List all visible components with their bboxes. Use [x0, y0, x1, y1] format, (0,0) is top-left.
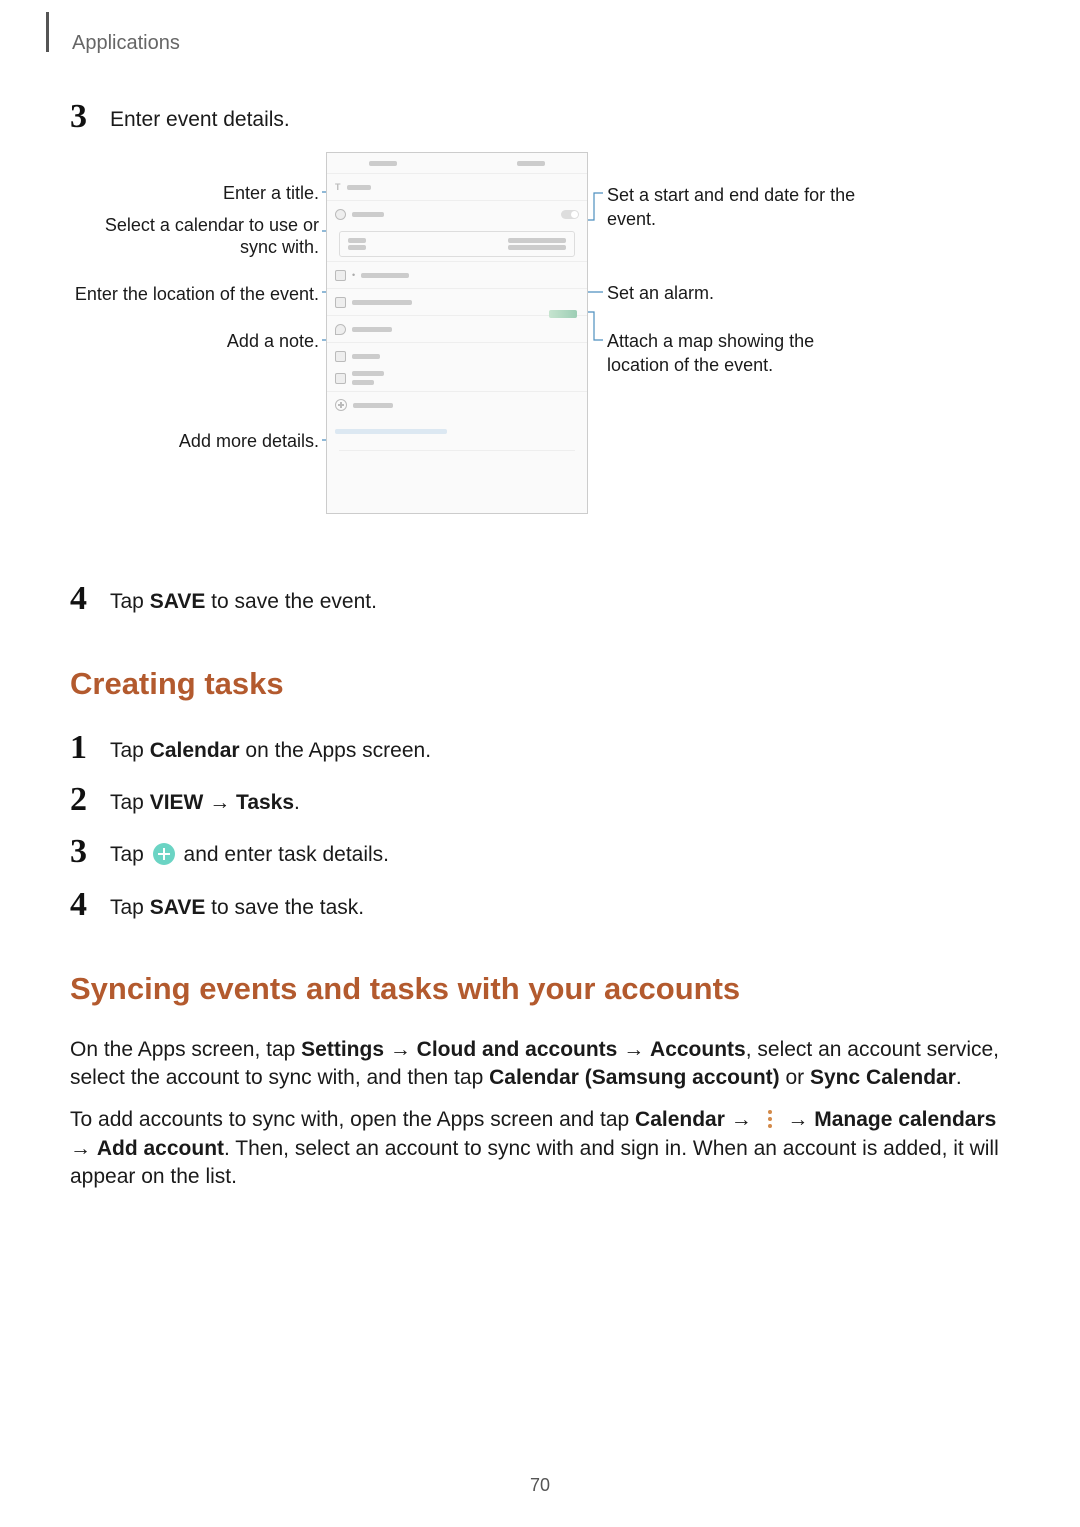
tasks-step-3: 3 Tap and enter task details. [70, 835, 1010, 869]
add-icon [153, 843, 175, 865]
settings-label: Settings [301, 1038, 384, 1061]
step-text: Tap and enter task details. [110, 835, 389, 869]
phone-row-calendar [327, 200, 587, 227]
label-enter-title: Enter a title. [70, 182, 319, 205]
arrow: → [725, 1108, 758, 1131]
label-date-1: Set a start and end date for the [607, 184, 947, 207]
repeat-icon [335, 373, 346, 384]
header-bar [46, 12, 49, 52]
tasks-step-1: 1 Tap Calendar on the Apps screen. [70, 731, 1010, 765]
page-number: 70 [0, 1473, 1080, 1497]
label-select-calendar-1: Select a calendar to use or [70, 214, 319, 237]
accounts-label: Accounts [650, 1038, 746, 1061]
step-4: 4 Tap SAVE to save the event. [70, 582, 1010, 616]
text-part: On the Apps screen, tap [70, 1038, 301, 1061]
step-number: 3 [70, 835, 110, 869]
arrow: → [782, 1108, 815, 1131]
label-map-1: Attach a map showing the [607, 330, 947, 353]
step-text: Enter event details. [110, 100, 290, 134]
syncing-para-1: On the Apps screen, tap Settings → Cloud… [70, 1036, 1010, 1093]
phone-topbar [327, 153, 587, 173]
phone-row-title: T [327, 173, 587, 200]
tasks-step-4: 4 Tap SAVE to save the task. [70, 888, 1010, 922]
plus-icon [335, 399, 347, 411]
step-text: Tap VIEW → Tasks. [110, 783, 300, 817]
tasks-step-2: 2 Tap VIEW → Tasks. [70, 783, 1010, 817]
phone-mock: T • [326, 152, 588, 514]
manage-calendars-label: Manage calendars [814, 1108, 996, 1131]
text-part: to save the task. [205, 896, 364, 919]
more-icon [762, 1108, 778, 1130]
phone-row-timezone [327, 391, 587, 418]
heading-creating-tasks: Creating tasks [70, 663, 1010, 705]
arrow: → [384, 1038, 417, 1061]
clock-icon [335, 209, 346, 220]
label-location: Enter the location of the event. [70, 283, 319, 306]
save-label: SAVE [150, 590, 206, 613]
phone-row-alarm [327, 288, 587, 315]
syncing-para-2: To add accounts to sync with, open the A… [70, 1106, 1010, 1191]
phone-row-extra [327, 418, 587, 444]
view-label: VIEW [150, 791, 204, 814]
text-part: Tap [110, 739, 150, 762]
text-part: Tap [110, 590, 150, 613]
step-number: 3 [70, 100, 110, 134]
text-part: on the Apps screen. [240, 739, 431, 762]
text-part: Tap [110, 791, 150, 814]
step-number: 1 [70, 731, 110, 765]
map-thumbnail-icon [549, 310, 577, 318]
text-part: . [956, 1066, 962, 1089]
tasks-label: Tasks [236, 791, 294, 814]
label-date-2: event. [607, 208, 947, 231]
text-part: Tap [110, 896, 150, 919]
arrow: → [617, 1038, 650, 1061]
label-select-calendar-2: sync with. [70, 236, 319, 259]
palette-icon [335, 270, 346, 281]
heading-syncing: Syncing events and tasks with your accou… [70, 968, 1010, 1010]
text-part: to save the event. [205, 590, 377, 613]
arrow: → [70, 1137, 97, 1160]
text-part: and enter task details. [178, 843, 389, 866]
toggle-icon [561, 210, 579, 219]
breadcrumb: Applications [72, 30, 180, 57]
calendar-samsung-label: Calendar (Samsung account) [489, 1066, 780, 1089]
arrow: → [203, 791, 236, 814]
calendar-label: Calendar [150, 739, 240, 762]
cloud-accounts-label: Cloud and accounts [417, 1038, 618, 1061]
step-number: 2 [70, 783, 110, 817]
save-label: SAVE [150, 896, 206, 919]
step-text: Tap Calendar on the Apps screen. [110, 731, 431, 765]
event-diagram: Enter a title. Select a calendar to use … [70, 152, 990, 552]
note-icon [335, 351, 346, 362]
label-map-2: location of the event. [607, 354, 947, 377]
calendar-label: Calendar [635, 1108, 725, 1131]
label-alarm: Set an alarm. [607, 282, 947, 305]
step-text: Tap SAVE to save the task. [110, 888, 364, 922]
phone-footer-box [339, 450, 575, 491]
label-more-details: Add more details. [70, 430, 319, 453]
phone-row-location [327, 315, 587, 342]
add-account-label: Add account [97, 1137, 224, 1160]
step-3: 3 Enter event details. [70, 100, 1010, 134]
bell-icon [335, 297, 346, 308]
phone-time-block [339, 231, 575, 257]
text-part: Tap [110, 843, 150, 866]
text-part: or [780, 1066, 810, 1089]
phone-row-note [327, 342, 587, 369]
step-number: 4 [70, 582, 110, 616]
step-text: Tap SAVE to save the event. [110, 582, 377, 616]
step-number: 4 [70, 888, 110, 922]
pin-icon [335, 324, 346, 335]
text-part: To add accounts to sync with, open the A… [70, 1108, 635, 1131]
sync-calendar-label: Sync Calendar [810, 1066, 956, 1089]
label-note: Add a note. [70, 330, 319, 353]
text-part: . [294, 791, 300, 814]
phone-row-repeat [327, 369, 587, 391]
phone-row-color: • [327, 261, 587, 288]
